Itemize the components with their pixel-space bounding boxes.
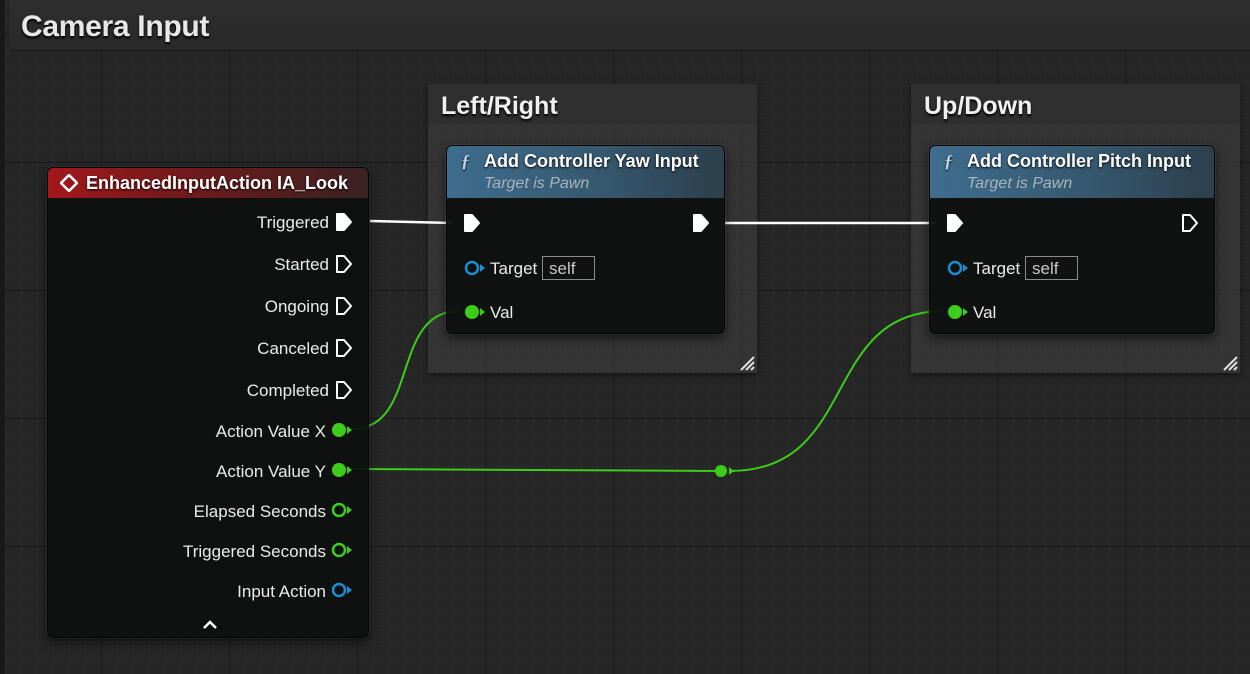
event-node-title: EnhancedInputAction IA_Look — [86, 173, 349, 193]
float-wire-reroute-to-pitch-val[interactable] — [729, 310, 945, 472]
target-pin-icon[interactable] — [463, 260, 485, 276]
float-pin-elapsed-seconds-icon[interactable] — [331, 502, 353, 518]
exec-in-pin-icon[interactable] — [463, 213, 481, 233]
function-node-add-controller-pitch-input[interactable]: ƒ Add Controller Pitch Input Target is P… — [929, 145, 1215, 334]
reroute-node[interactable] — [715, 465, 734, 477]
pin-label-started: Started — [274, 255, 329, 274]
float-pin-action-value-x-icon[interactable] — [331, 422, 353, 438]
function-node-add-controller-yaw-input[interactable]: ƒ Add Controller Yaw Input Target is Paw… — [446, 145, 725, 334]
pitch-val-label: Val — [973, 303, 997, 322]
pitch-node-header[interactable]: ƒ Add Controller Pitch Input Target is P… — [930, 146, 1214, 198]
event-node-header[interactable]: EnhancedInputAction IA_Look — [48, 168, 368, 198]
event-node-ia-look[interactable]: EnhancedInputAction IA_Look Triggered St… — [47, 167, 369, 638]
exec-out-pin-icon[interactable] — [692, 213, 710, 233]
float-pin-action-value-y-icon[interactable] — [331, 462, 353, 478]
pitch-target-label: Target — [973, 259, 1021, 278]
exec-out-pin-icon[interactable] — [1181, 213, 1199, 233]
yaw-node-subtitle: Target is Pawn — [484, 175, 590, 192]
yaw-node-header[interactable]: ƒ Add Controller Yaw Input Target is Paw… — [447, 146, 724, 198]
pin-label-elapsed-seconds: Elapsed Seconds — [193, 502, 326, 521]
pin-label-input-action: Input Action — [237, 582, 326, 601]
function-icon: ƒ — [944, 151, 953, 171]
pin-label-triggered-seconds: Triggered Seconds — [182, 542, 326, 561]
exec-pin-completed-icon[interactable] — [335, 380, 353, 400]
pin-label-triggered: Triggered — [256, 213, 329, 232]
exec-wire-triggered-to-yaw[interactable] — [369, 219, 453, 225]
pin-label-action-value-y: Action Value Y — [216, 462, 326, 481]
chevron-up-icon[interactable] — [202, 618, 218, 630]
pin-label-ongoing: Ongoing — [264, 297, 329, 316]
pitch-node-title: Add Controller Pitch Input — [967, 151, 1191, 171]
pin-label-action-value-x: Action Value X — [215, 422, 326, 441]
pitch-node-subtitle: Target is Pawn — [967, 175, 1073, 192]
blueprint-graph-canvas[interactable]: Camera Input Left/Right Up/Down Enhanced… — [0, 0, 1250, 674]
exec-pin-canceled-icon[interactable] — [335, 338, 353, 358]
pitch-target-input[interactable]: self — [1025, 256, 1078, 280]
exec-pin-triggered-icon[interactable] — [335, 212, 353, 232]
yaw-val-label: Val — [490, 303, 514, 322]
float-wire-y-to-reroute[interactable] — [351, 468, 721, 472]
yaw-target-input[interactable]: self — [542, 256, 595, 280]
val-pin-icon[interactable] — [463, 304, 485, 320]
float-pin-triggered-seconds-icon[interactable] — [331, 542, 353, 558]
exec-in-pin-icon[interactable] — [946, 213, 964, 233]
pin-label-completed: Completed — [246, 381, 329, 400]
pin-label-canceled: Canceled — [257, 339, 329, 358]
val-pin-icon[interactable] — [946, 304, 968, 320]
yaw-node-title: Add Controller Yaw Input — [484, 151, 699, 171]
object-pin-input-action-icon[interactable] — [331, 582, 353, 598]
yaw-target-label: Target — [490, 259, 538, 278]
function-icon: ƒ — [461, 151, 470, 171]
exec-pin-started-icon[interactable] — [335, 254, 353, 274]
target-pin-icon[interactable] — [946, 260, 968, 276]
event-diamond-icon — [60, 174, 78, 192]
exec-pin-ongoing-icon[interactable] — [335, 296, 353, 316]
